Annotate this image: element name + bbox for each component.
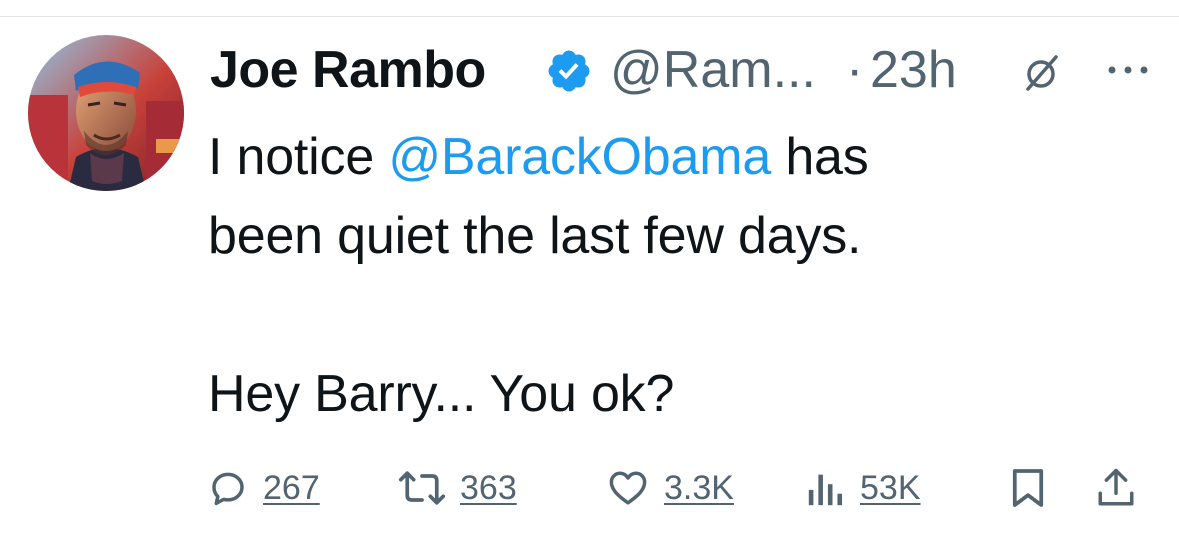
- action-bar: 267 363 3.3K 53K: [0, 458, 1179, 518]
- reply-button[interactable]: 267: [207, 458, 320, 518]
- bookmark-button[interactable]: [1011, 458, 1045, 518]
- share-button[interactable]: [1096, 458, 1136, 518]
- tweet-text-prefix: I notice: [208, 128, 389, 186]
- retweet-button[interactable]: 363: [398, 458, 517, 518]
- like-button[interactable]: 3.3K: [606, 458, 734, 518]
- author-handle[interactable]: @Ram...: [610, 40, 816, 100]
- timestamp[interactable]: 23h: [870, 40, 957, 100]
- author-name[interactable]: Joe Rambo: [210, 40, 486, 100]
- tweet-line-2: been quiet the last few days.: [208, 207, 862, 265]
- more-icon[interactable]: [1104, 60, 1152, 80]
- reply-count: 267: [263, 468, 320, 507]
- avatar[interactable]: [28, 35, 184, 191]
- mention-link[interactable]: @BarackObama: [388, 128, 771, 186]
- tweet[interactable]: Joe Rambo @Ram... · 23h I notice @Barack…: [0, 18, 1179, 548]
- avatar-illustration: [28, 35, 184, 191]
- tweet-text-suffix: has: [771, 128, 869, 186]
- views-button[interactable]: 53K: [806, 458, 921, 518]
- verified-badge-icon: [548, 50, 590, 92]
- tweet-header: Joe Rambo @Ram... · 23h: [210, 40, 1160, 102]
- tweet-line-3: Hey Barry... You ok?: [208, 365, 675, 423]
- like-count: 3.3K: [664, 468, 734, 507]
- share-icon: [1098, 468, 1134, 506]
- tweet-text: I notice @BarackObama has been quiet the…: [208, 118, 1148, 434]
- retweet-icon: [398, 471, 446, 505]
- retweet-count: 363: [460, 468, 517, 507]
- top-divider: [0, 0, 1179, 17]
- views-count: 53K: [860, 468, 921, 507]
- tweet-line-1: I notice @BarackObama has: [208, 118, 1148, 197]
- reply-icon: [212, 472, 244, 506]
- grok-icon[interactable]: [1022, 53, 1062, 93]
- heart-icon: [609, 471, 647, 505]
- header-separator: ·: [846, 41, 864, 99]
- views-chart-icon: [808, 474, 843, 506]
- bookmark-icon: [1012, 469, 1044, 507]
